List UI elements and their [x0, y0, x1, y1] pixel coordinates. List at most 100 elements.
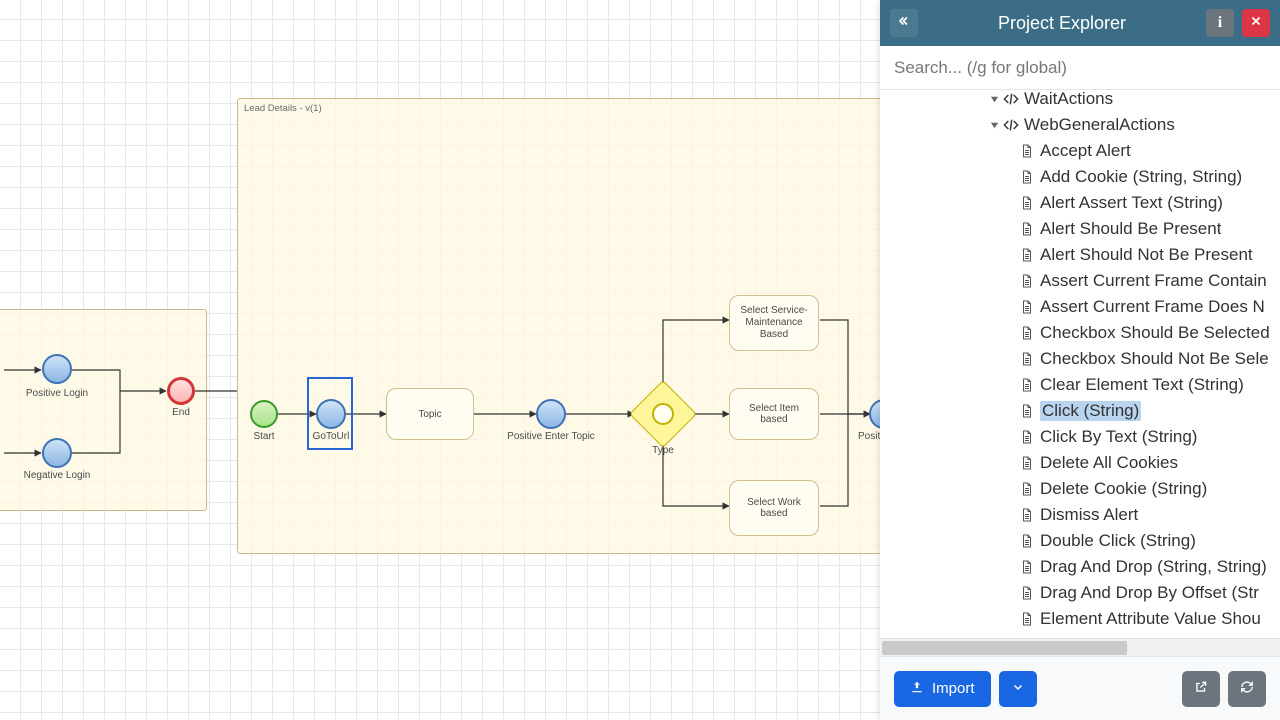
tree-category-waitactions[interactable]: WaitActions [968, 90, 1280, 112]
code-icon [1003, 91, 1019, 107]
document-icon [1020, 404, 1034, 418]
node-start[interactable] [250, 400, 278, 428]
document-icon [1020, 170, 1034, 184]
node-type-gateway[interactable] [639, 390, 687, 438]
action-label: Checkbox Should Not Be Sele [1040, 349, 1269, 369]
document-icon [1020, 352, 1034, 366]
tree-action[interactable]: Double Click (String) [968, 528, 1280, 554]
tree-list: WaitActions WebGeneralActions Accept Ale… [880, 90, 1280, 638]
node-select-service[interactable]: Select Service-Maintenance Based [729, 295, 819, 351]
node-gotourl[interactable] [316, 399, 346, 429]
document-icon [1020, 534, 1034, 548]
action-label: Alert Should Be Present [1040, 219, 1221, 239]
action-label: Assert Current Frame Does N [1040, 297, 1265, 317]
action-label: Drag And Drop (String, String) [1040, 557, 1267, 577]
tree-action[interactable]: Delete Cookie (String) [968, 476, 1280, 502]
tree-action[interactable]: Click By Text (String) [968, 424, 1280, 450]
action-label: Click (String) [1040, 401, 1141, 421]
document-icon [1020, 430, 1034, 444]
panel-footer: Import [880, 656, 1280, 720]
info-button[interactable]: i [1206, 9, 1234, 37]
node-positive-login[interactable] [42, 354, 72, 384]
chevrons-left-icon [897, 14, 911, 33]
tree-action[interactable]: Alert Should Be Present [968, 216, 1280, 242]
node-end[interactable] [167, 377, 195, 405]
label-type: Type [645, 445, 681, 456]
tree-action[interactable]: Checkbox Should Be Selected [968, 320, 1280, 346]
document-icon [1020, 326, 1034, 340]
info-icon: i [1218, 14, 1222, 32]
tree-action[interactable]: Checkbox Should Not Be Sele [968, 346, 1280, 372]
search-input[interactable] [880, 58, 1280, 78]
tree-action[interactable]: Accept Alert [968, 138, 1280, 164]
external-link-button[interactable] [1182, 671, 1220, 707]
action-label: Delete Cookie (String) [1040, 479, 1207, 499]
node-negative-login[interactable] [42, 438, 72, 468]
action-label: Delete All Cookies [1040, 453, 1178, 473]
document-icon [1020, 456, 1034, 470]
action-label: Checkbox Should Be Selected [1040, 323, 1270, 343]
label-gotourl: GoToUrl [308, 431, 354, 442]
document-icon [1020, 222, 1034, 236]
panel-tree: WaitActions WebGeneralActions Accept Ale… [880, 90, 1280, 638]
code-icon [1003, 117, 1019, 133]
tree-action[interactable]: Assert Current Frame Does N [968, 294, 1280, 320]
tree-action[interactable]: Alert Should Not Be Present [968, 242, 1280, 268]
label-end: End [168, 407, 194, 418]
collapse-icon[interactable] [988, 119, 1000, 131]
task-label: Select Service-Maintenance Based [736, 305, 812, 341]
action-label: Element Attribute Value Shou [1040, 609, 1261, 629]
node-select-item[interactable]: Select Item based [729, 388, 819, 440]
external-link-icon [1194, 680, 1208, 698]
tree-action[interactable]: Element Attribute Value Shou [968, 606, 1280, 632]
tree-action[interactable]: Dismiss Alert [968, 502, 1280, 528]
node-topic[interactable]: Topic [386, 388, 474, 440]
label-start: Start [249, 431, 279, 442]
category-label: WaitActions [1024, 90, 1113, 109]
tree-action[interactable]: Assert Current Frame Contain [968, 268, 1280, 294]
tree-action[interactable]: Delete All Cookies [968, 450, 1280, 476]
expand-icon[interactable] [988, 93, 1000, 105]
tree-action[interactable]: Drag And Drop (String, String) [968, 554, 1280, 580]
tree-action[interactable]: Alert Assert Text (String) [968, 190, 1280, 216]
document-icon [1020, 508, 1034, 522]
action-label: Clear Element Text (String) [1040, 375, 1244, 395]
document-icon [1020, 274, 1034, 288]
category-label: WebGeneralActions [1024, 115, 1175, 135]
tree-action[interactable]: Click (String) [968, 398, 1280, 424]
panel-title: Project Explorer [918, 13, 1206, 34]
upload-icon [910, 680, 924, 698]
node-select-work[interactable]: Select Work based [729, 480, 819, 536]
label-negative-login: Negative Login [22, 470, 92, 481]
tree-action[interactable]: Add Cookie (String, String) [968, 164, 1280, 190]
tree-action[interactable]: Drag And Drop By Offset (Str [968, 580, 1280, 606]
lane-title: Lead Details - v(1) [244, 103, 322, 114]
refresh-button[interactable] [1228, 671, 1266, 707]
action-label: Click By Text (String) [1040, 427, 1197, 447]
action-label: Assert Current Frame Contain [1040, 271, 1267, 291]
action-label: Drag And Drop By Offset (Str [1040, 583, 1259, 603]
action-label: Dismiss Alert [1040, 505, 1138, 525]
document-icon [1020, 612, 1034, 626]
scrollbar-thumb[interactable] [882, 641, 1127, 655]
close-button[interactable] [1242, 9, 1270, 37]
label-positive-login: Positive Login [24, 388, 90, 399]
collapse-button[interactable] [890, 9, 918, 37]
refresh-icon [1240, 680, 1254, 698]
document-icon [1020, 144, 1034, 158]
tree-action[interactable]: Clear Element Text (String) [968, 372, 1280, 398]
document-icon [1020, 378, 1034, 392]
close-icon [1250, 14, 1262, 32]
task-label: Select Item based [736, 403, 812, 425]
horizontal-scrollbar[interactable] [880, 638, 1280, 656]
panel-search [880, 46, 1280, 90]
document-icon [1020, 196, 1034, 210]
import-dropdown-button[interactable] [999, 671, 1037, 707]
import-label: Import [932, 680, 975, 697]
tree-category-webgeneralactions[interactable]: WebGeneralActions [968, 112, 1280, 138]
node-positive-enter-topic[interactable] [536, 399, 566, 429]
document-icon [1020, 482, 1034, 496]
panel-header: Project Explorer i [880, 0, 1280, 46]
chevron-down-icon [1012, 680, 1024, 697]
import-button[interactable]: Import [894, 671, 991, 707]
